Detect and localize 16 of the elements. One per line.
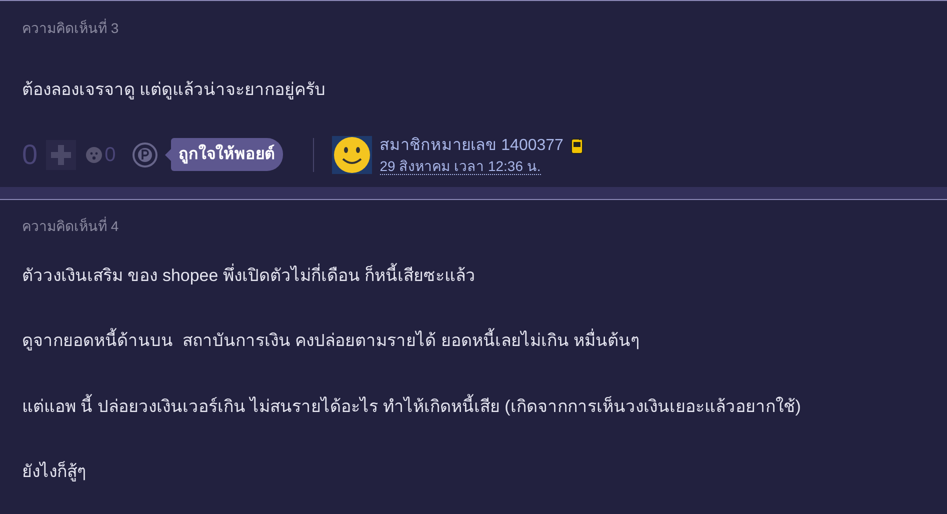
member-name[interactable]: สมาชิกหมายเลข 1400377 <box>380 134 564 158</box>
vote-score: 0 <box>22 140 38 168</box>
plus-button[interactable] <box>46 140 76 170</box>
comment-number: ความคิดเห็นที่ 4 <box>22 216 120 236</box>
comment-text: ยังไงก็สู้ๆ <box>22 460 87 484</box>
comment-number: ความคิดเห็นที่ 3 <box>22 18 120 38</box>
comment-text: แต่แอพ นี้ ปล่อยวงเงินเวอร์เกิน ไม่สนรายได้อะไร ทำไห้เกิดหนี้เสีย (เกิดจากการเห็นวงเงินเยอะแล้วอยากใช้) <box>22 394 925 419</box>
emotion-count: 0 <box>104 142 116 168</box>
comment-text: ต้องลองเจรจาดู แต่ดูแล้วน่าจะยากอยู่ครับ <box>22 79 327 102</box>
point-icon[interactable] <box>132 142 158 168</box>
comment-text: ดูจากยอดหนี้ด้านบน สถาบันการเงิน คงปล่อยตามรายได้ ยอดหนี้เลยไม่เกิน หมื่นต้นๆ <box>22 328 925 354</box>
avatar-icon[interactable] <box>332 136 372 174</box>
post-date[interactable]: 29 สิงหาคม เวลา 12:36 น. <box>380 158 541 175</box>
phone-icon <box>571 138 584 154</box>
comment-text: ตัววงเงินเสริม ของ shopee พึ่งเปิดตัวไม่กี่เดือน ก็หนี้เสียซะแล้ว <box>22 262 925 288</box>
face-icon[interactable] <box>86 146 102 162</box>
